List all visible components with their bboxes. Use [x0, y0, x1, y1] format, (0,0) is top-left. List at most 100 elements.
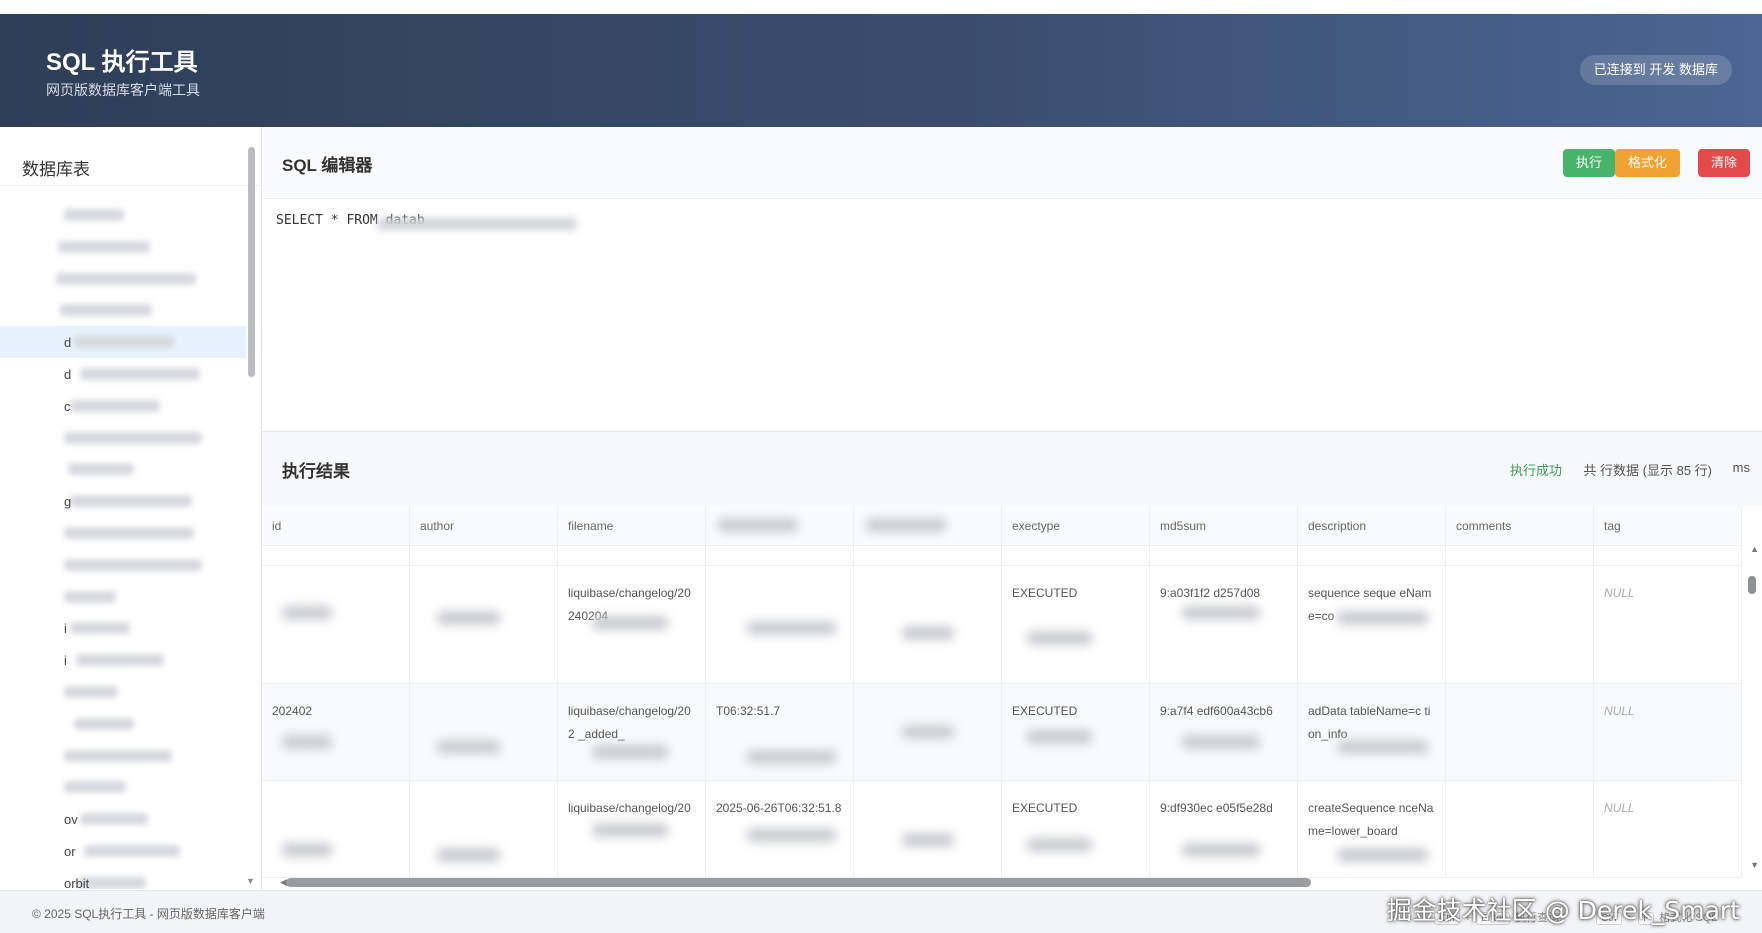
column-header[interactable]: id [262, 506, 410, 545]
sidebar-table-item[interactable]: orbit [0, 867, 246, 889]
grid-cell[interactable] [854, 684, 1002, 780]
sidebar-table-item[interactable] [0, 263, 246, 295]
grid-cell[interactable] [1446, 781, 1594, 877]
grid-cell[interactable] [706, 566, 854, 683]
grid-cell[interactable] [1446, 684, 1594, 780]
grid-cell[interactable]: sequence seque eName=co [1298, 566, 1446, 683]
cell-value: T06:32:51.7 [716, 704, 781, 718]
grid-cell[interactable] [262, 781, 410, 877]
table-row[interactable]: 202402 liquibase/changelog/20 2 _added_ T0… [262, 684, 1742, 781]
column-header[interactable]: comments [1446, 506, 1594, 545]
sidebar-table-item[interactable] [0, 708, 246, 740]
grid-cell[interactable]: EXECUTED [1002, 684, 1150, 780]
grid-cell[interactable]: 202402 [262, 684, 410, 780]
scroll-down-arrow-icon[interactable]: ▼ [246, 876, 255, 886]
column-header[interactable]: tag [1594, 506, 1742, 545]
sidebar-table-item[interactable]: ov [0, 803, 246, 835]
column-header[interactable]: md5sum [1150, 506, 1298, 545]
grid-cell[interactable] [1446, 566, 1594, 683]
grid-cell[interactable]: liquibase/changelog/20 240204 [558, 566, 706, 683]
grid-cell[interactable] [262, 566, 410, 683]
cell-value: 202402 [272, 704, 313, 718]
column-header[interactable] [706, 506, 854, 545]
grid-cell[interactable] [410, 781, 558, 877]
run-button[interactable]: 执行 [1562, 149, 1615, 177]
grid-cell[interactable]: createSequence nceName=lower_board [1298, 781, 1446, 877]
column-header[interactable]: author [410, 506, 558, 545]
redacted-cell-region [437, 848, 500, 862]
sidebar-table-item[interactable] [0, 517, 246, 549]
clear-button[interactable]: 清除 [1697, 149, 1750, 177]
sidebar-table-item[interactable]: i [0, 644, 246, 676]
sidebar-table-item[interactable] [0, 453, 246, 485]
grid-cell[interactable]: T06:32:51.7 [706, 684, 854, 780]
cell-value: EXECUTED [1012, 801, 1078, 815]
sidebar-table-label: g [64, 494, 72, 510]
sidebar-table-item[interactable] [0, 199, 246, 231]
column-header[interactable]: exectype [1002, 506, 1150, 545]
sidebar-table-item[interactable]: d [0, 358, 246, 390]
sidebar-table-item[interactable]: g [0, 485, 246, 517]
grid-cell[interactable]: 9:df930ec e05f5e28d [1150, 781, 1298, 877]
grid-cell[interactable]: NULL [1594, 566, 1742, 683]
sql-redacted-region [377, 218, 577, 230]
sidebar-table-item[interactable]: or [0, 835, 246, 867]
table-list: d d c g i i ov or orbit [0, 199, 246, 889]
sidebar-table-item[interactable] [0, 581, 246, 613]
grid-cell[interactable] [854, 781, 1002, 877]
grid-cell[interactable]: 9:a03f1f2 d257d08 [1150, 566, 1298, 683]
redacted-cell-region [902, 725, 954, 739]
app-title: SQL 执行工具 [46, 49, 198, 76]
sql-input[interactable] [276, 213, 1736, 413]
result-vertical-scrollbar-thumb[interactable] [1748, 576, 1756, 594]
sidebar-table-item[interactable]: i [0, 612, 246, 644]
sidebar-table-item[interactable] [0, 422, 246, 454]
table-row[interactable]: liquibase/changelog/20 2025-06-26T06:32:5… [262, 781, 1742, 878]
cell-value: 9:a7f4 edf600a43cb6 [1160, 704, 1273, 718]
result-vertical-scrollbar[interactable] [1748, 542, 1756, 872]
grid-cell[interactable] [410, 684, 558, 780]
result-duration: ms [1732, 460, 1750, 475]
grid-cell[interactable]: EXECUTED [1002, 566, 1150, 683]
grid-cell[interactable] [410, 566, 558, 683]
cell-value: 2025-06-26T06:32:51.8 [716, 801, 842, 815]
sidebar-table-item[interactable] [0, 549, 246, 581]
result-horizontal-scrollbar-thumb[interactable] [286, 878, 1311, 887]
grid-cell[interactable]: liquibase/changelog/20 [558, 781, 706, 877]
redacted-table-name [74, 336, 174, 349]
sidebar-table-item[interactable] [0, 676, 246, 708]
redacted-table-name [64, 781, 126, 794]
sidebar-table-item[interactable] [0, 771, 246, 803]
scroll-down-arrow-icon[interactable]: ▼ [1750, 860, 1759, 870]
grid-cell[interactable]: 2025-06-26T06:32:51.8 [706, 781, 854, 877]
app: SQL 执行工具 网页版数据库客户端工具 已连接到 开发 数据库 数据库表 dd… [0, 0, 1762, 933]
grid-cell[interactable]: liquibase/changelog/20 2 _added_ [558, 684, 706, 780]
cell-value: 9:a03f1f2 d257d08 [1160, 586, 1261, 600]
sidebar-scrollbar-thumb[interactable] [248, 147, 255, 377]
redacted-cell-region [282, 843, 332, 857]
column-header[interactable]: filename [558, 506, 706, 545]
redacted-column-name [718, 518, 798, 532]
sidebar-scrollbar[interactable] [248, 147, 255, 887]
sidebar-table-item[interactable]: c [0, 390, 246, 422]
result-horizontal-scrollbar[interactable]: ◀ [278, 877, 1528, 887]
grid-cell[interactable]: 9:a7f4 edf600a43cb6 [1150, 684, 1298, 780]
grid-cell[interactable]: NULL [1594, 781, 1742, 877]
column-header[interactable]: description [1298, 506, 1446, 545]
grid-cell[interactable]: EXECUTED [1002, 781, 1150, 877]
format-button[interactable]: 格式化 [1614, 149, 1680, 177]
sidebar-table-item[interactable] [0, 294, 246, 326]
redacted-cell-region [1182, 735, 1260, 749]
column-header[interactable] [854, 506, 1002, 545]
sidebar-table-item[interactable]: d [0, 326, 246, 358]
grid-cell[interactable] [854, 566, 1002, 683]
sidebar-table-item[interactable] [0, 231, 246, 263]
sidebar-table-label: d [64, 366, 72, 382]
sidebar-title: 数据库表 [22, 160, 90, 179]
redacted-table-name [64, 558, 202, 571]
redacted-cell-region [747, 828, 836, 842]
table-row[interactable]: liquibase/changelog/20 240204 EXECUTED 9:a… [262, 566, 1742, 684]
grid-cell[interactable]: NULL [1594, 684, 1742, 780]
grid-cell[interactable]: adData tableName=c tion_info [1298, 684, 1446, 780]
sidebar-table-item[interactable] [0, 740, 246, 772]
